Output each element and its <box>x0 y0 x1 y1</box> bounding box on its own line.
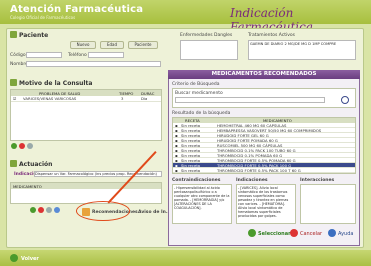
brand-subtitle: Colegio Oficial de Farmacéuticos <box>10 15 76 20</box>
results-title: Resultado de la búsqueda <box>172 111 231 116</box>
search-icon[interactable] <box>341 96 349 104</box>
table-row[interactable]: ☑ VARICES/VENAS VARICOSAS 3 Dia <box>11 96 161 102</box>
row-receta: Sin receta <box>181 168 201 173</box>
medicamento-header: MEDICAMENTO <box>11 183 161 189</box>
tratamientos-label: Tratamientos Activos <box>248 33 296 38</box>
tratamientos-list[interactable]: GAEMN DE DIARIO 2 MG/DE MG D 1MP COMPRE <box>248 40 356 60</box>
interacciones-box <box>300 184 356 224</box>
patient-button[interactable]: Paciente <box>128 41 158 49</box>
cancel-button[interactable]: Cancelar <box>300 231 322 237</box>
results-body: ▪ Sin receta HEMOHETRAL 460 MG 60 CAPSULAS… <box>173 123 355 173</box>
select-icon[interactable] <box>248 229 256 237</box>
footer-bar <box>0 250 371 266</box>
telefono-input[interactable] <box>88 52 124 58</box>
codigo-input[interactable] <box>26 52 62 58</box>
consulta-table: PROBLEMA DE SALUD TIEMPO DURAC ☑ VARICES… <box>10 89 162 141</box>
search-criteria-title: Criterio de Búsqueda <box>172 82 220 87</box>
telefono-label: Teléfono <box>68 53 87 58</box>
table-row[interactable]: ▪ Sin receta THROMBOCID FORTE 0.5% PACK 10… <box>173 168 355 173</box>
informe-button[interactable]: Aviso de In... <box>138 210 171 215</box>
remove-icon[interactable] <box>19 143 25 149</box>
row-durac: Dia <box>141 96 148 101</box>
brand-title: Atención Farmacéutica <box>10 4 144 15</box>
interacciones-title: Interacciones <box>300 178 335 183</box>
row-medicamento: THROMBOCID FORTE 0.5% PACK 100 T 60 G <box>217 168 301 173</box>
consulta-icon <box>10 79 17 86</box>
new-patient-button[interactable]: Nuevo <box>70 41 96 49</box>
medicamento-table: MEDICAMENTO <box>10 182 162 204</box>
actuacion-section-title: Actuación <box>19 161 53 168</box>
age-button[interactable]: Edad <box>100 41 124 49</box>
actuacion-icon <box>10 160 17 167</box>
edit-icon[interactable] <box>27 143 33 149</box>
annotation-circle <box>76 201 130 221</box>
results-table: RECETA MEDICAMENTO ▪ Sin receta HEMOHETRAL… <box>172 117 356 174</box>
search-box: Buscar medicamento <box>172 88 356 108</box>
row-tiempo: 3 <box>121 96 124 101</box>
contraindicaciones-title: Contraindicaciones <box>172 178 221 183</box>
indicaciones-title: Indicaciones <box>236 178 268 183</box>
patient-section-title: Paciente <box>19 32 49 39</box>
select-button[interactable]: Seleccionar <box>258 231 291 237</box>
contraindicaciones-text: - Hipersensibilidad al ácido pentosanpol… <box>172 184 232 224</box>
row-checkbox[interactable]: ▪ <box>175 168 178 173</box>
dialog-title: MEDICAMENTOS RECOMENDADOS <box>168 70 360 79</box>
row-problem: VARICES/VENAS VARICOSAS <box>23 96 77 101</box>
help-button[interactable]: Ayuda <box>338 231 353 237</box>
search-input[interactable] <box>175 97 325 103</box>
back-button[interactable]: Volver <box>21 256 39 262</box>
indicacion-select[interactable]: Dispensar un Var. Farmacológico (ins pre… <box>34 171 162 177</box>
consulta-section-title: Motivo de la Consulta <box>19 80 93 87</box>
add-med-icon[interactable] <box>30 207 36 213</box>
remove-med-icon[interactable] <box>38 207 44 213</box>
back-icon[interactable] <box>10 254 18 262</box>
indicaciones-text: - [VARICES]. Alivio local sintomático de… <box>236 184 296 224</box>
codigo-label: Código <box>10 53 26 58</box>
cancel-icon[interactable] <box>290 229 298 237</box>
tratamiento-item: GAEMN DE DIARIO 2 MG/DE MG D 1MP COMPRE <box>250 42 337 46</box>
help-icon[interactable] <box>328 229 336 237</box>
row-checkbox[interactable]: ☑ <box>13 96 16 101</box>
search-med-icon[interactable] <box>54 207 60 213</box>
indicacion-value: Dispensar un Var. Farmacológico (ins pre… <box>35 172 157 176</box>
add-icon[interactable] <box>11 143 17 149</box>
edit-med-icon[interactable] <box>46 207 52 213</box>
nombre-input[interactable] <box>26 61 161 67</box>
patient-icon <box>10 31 17 38</box>
enfermedades-list[interactable] <box>180 40 238 60</box>
search-label: Buscar medicamento <box>175 91 223 96</box>
enfermedades-label: Enfermedades Dangles <box>180 33 233 38</box>
